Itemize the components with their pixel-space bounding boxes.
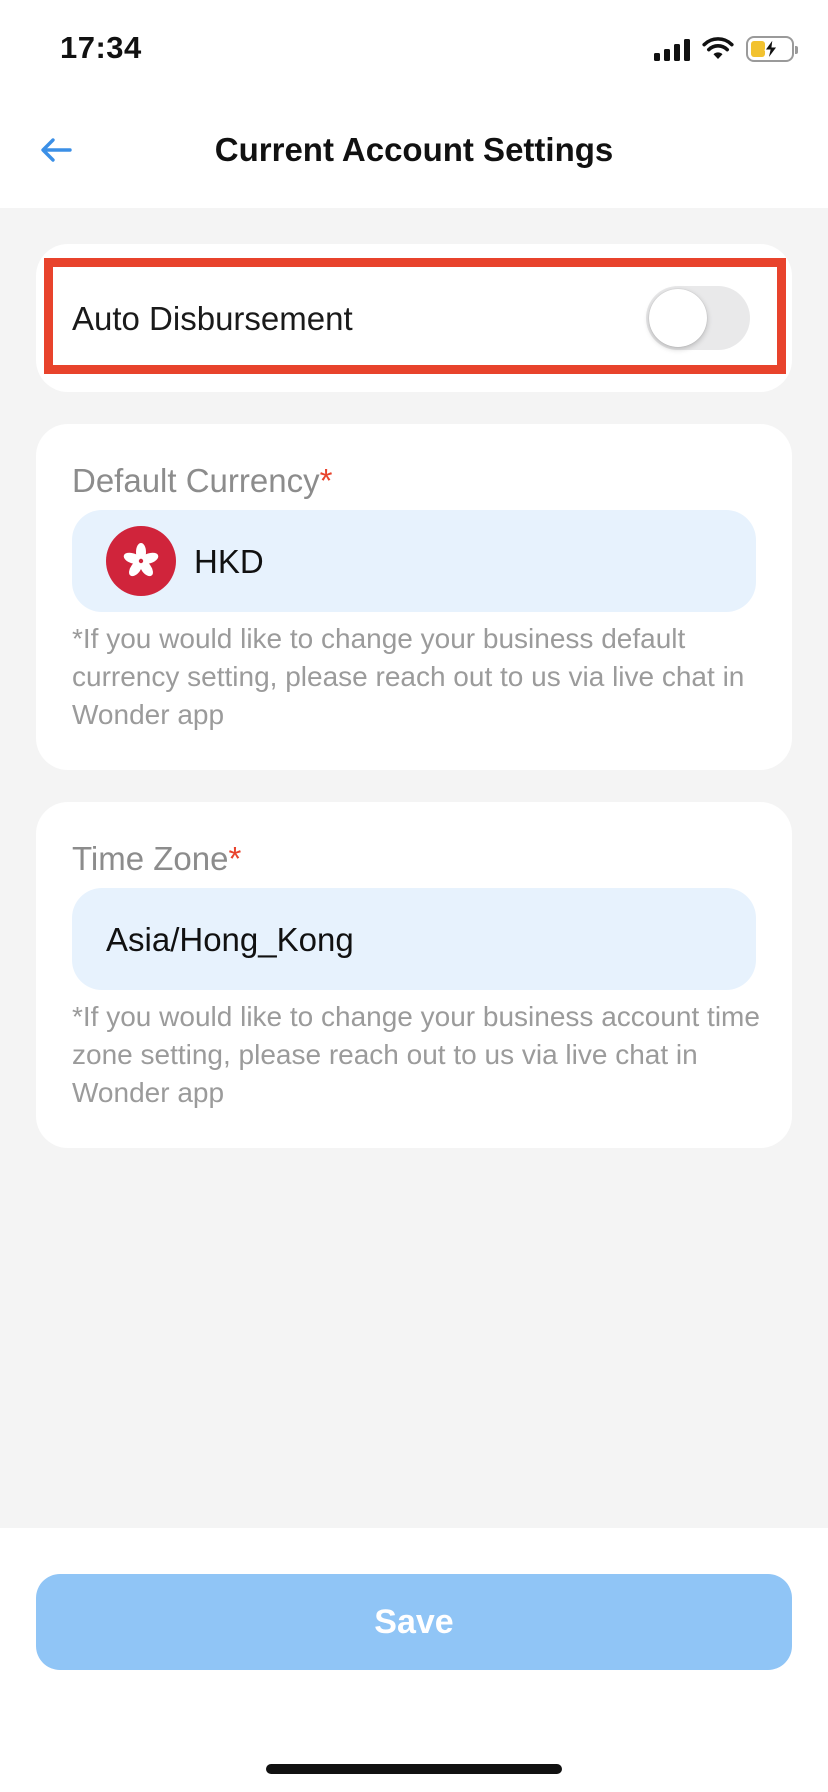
battery-charging-icon [746,36,798,62]
time-zone-select[interactable]: Asia/Hong_Kong [72,888,756,990]
time-zone-value: Asia/Hong_Kong [106,921,354,958]
currency-value: HKD [194,543,264,580]
currency-select[interactable]: HKD [72,510,756,612]
required-mark: * [319,462,333,499]
hong-kong-flag-icon [106,526,176,596]
toggle-knob [649,289,707,347]
page-title: Current Account Settings [214,131,614,168]
wifi-icon [702,37,734,59]
status-icons [654,34,798,64]
time-zone-label: Time Zone* [72,840,242,877]
save-button[interactable]: Save [36,1574,792,1670]
auto-disbursement-label: Auto Disbursement [72,300,353,337]
time-zone-note: *If you would like to change your busine… [72,1001,760,1108]
default-currency-label: Default Currency* [72,462,333,499]
signal-icon [654,37,690,61]
currency-note: *If you would like to change your busine… [72,623,745,730]
home-indicator [266,1764,562,1774]
status-time: 17:34 [60,30,142,65]
auto-disbursement-toggle[interactable] [646,286,750,350]
required-mark: * [228,840,242,877]
